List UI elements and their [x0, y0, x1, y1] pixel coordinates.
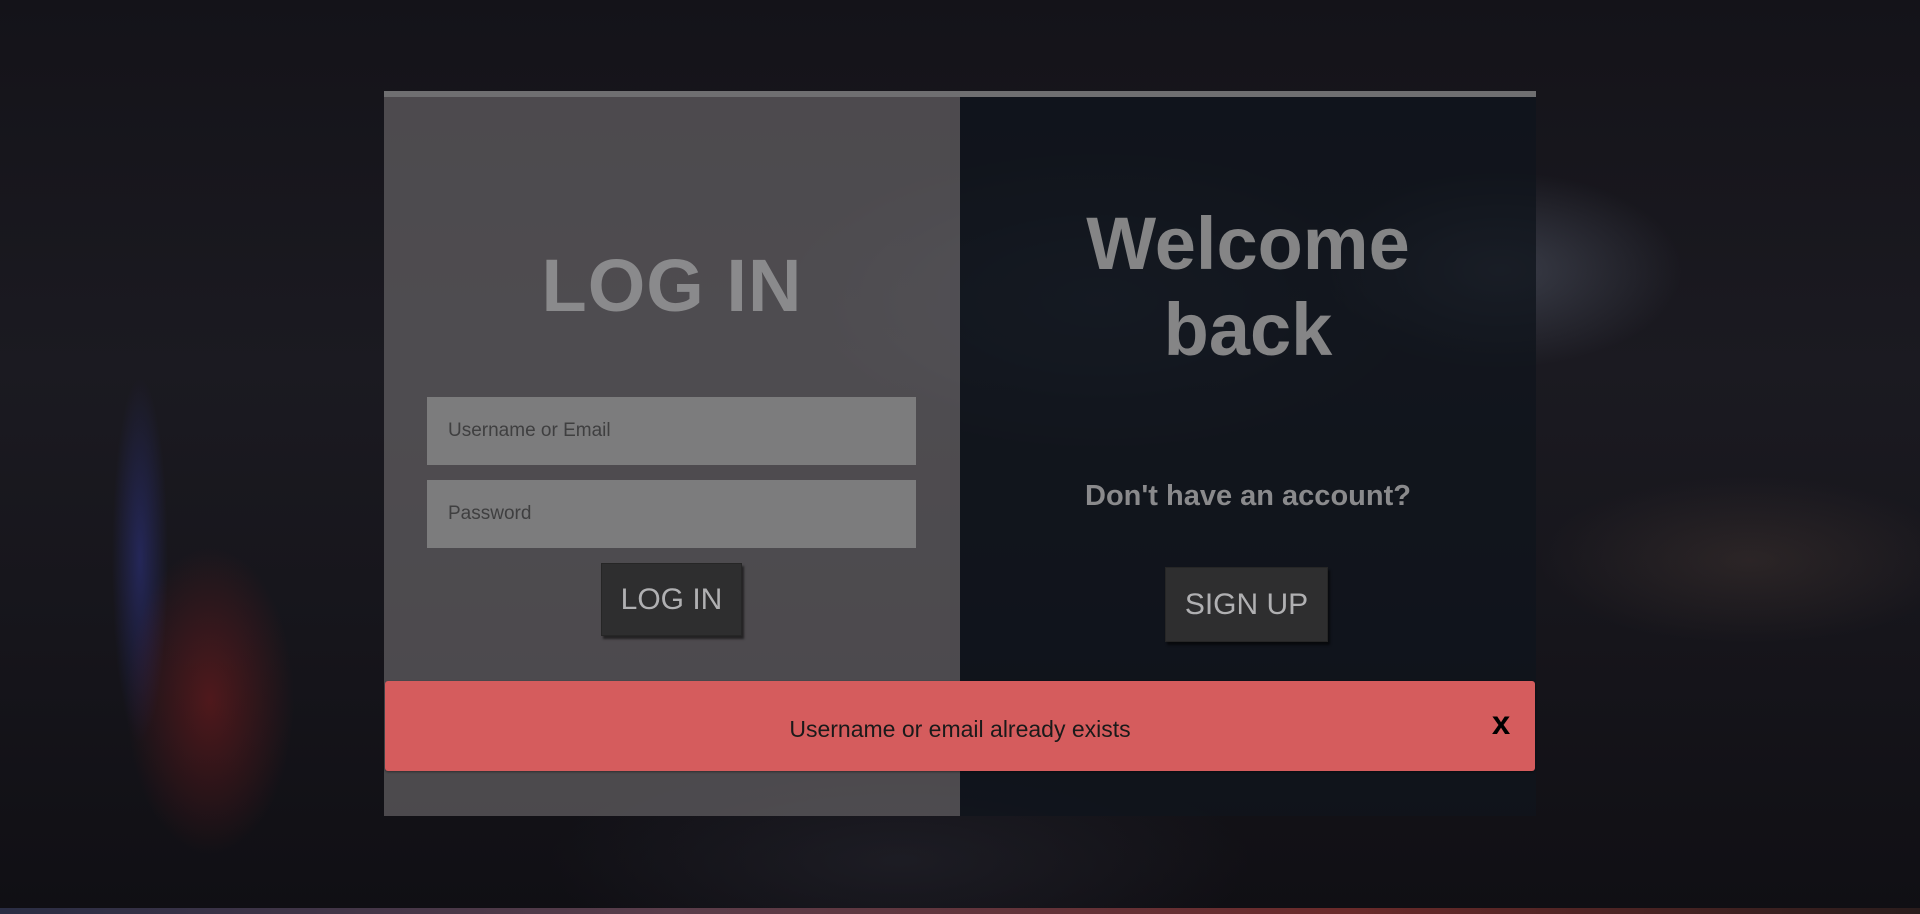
alert-message: Username or email already exists — [789, 716, 1131, 742]
close-icon[interactable]: x — [1485, 701, 1517, 741]
signup-button[interactable]: SIGN UP — [1165, 567, 1328, 642]
login-title: LOG IN — [541, 244, 803, 327]
username-input[interactable] — [427, 397, 916, 465]
password-input[interactable] — [427, 480, 916, 548]
background-bottom-strip — [0, 908, 1920, 914]
welcome-title-line1: Welcome — [1086, 202, 1410, 285]
welcome-title: Welcome back — [960, 201, 1536, 373]
login-button[interactable]: LOG IN — [601, 563, 742, 636]
error-alert: Username or email already exists x — [385, 681, 1535, 771]
no-account-prompt: Don't have an account? — [1085, 480, 1411, 512]
auth-card: LOG IN LOG IN Welcome back Don't have an… — [384, 91, 1536, 816]
welcome-title-line2: back — [1163, 288, 1333, 371]
